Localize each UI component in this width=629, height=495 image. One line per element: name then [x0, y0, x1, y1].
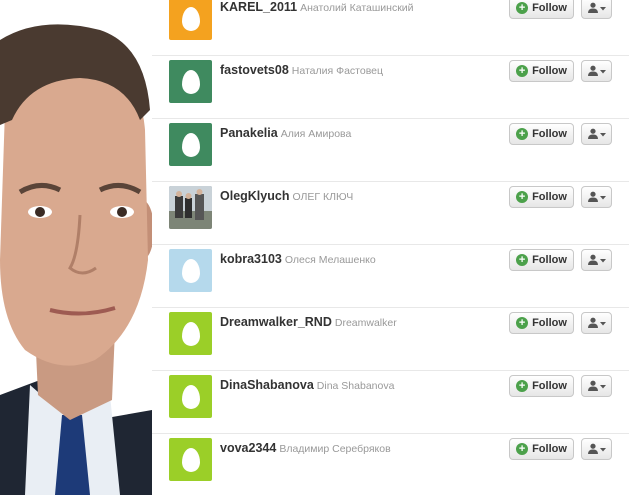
follow-button[interactable]: + Follow: [509, 186, 574, 208]
default-egg-avatar[interactable]: [169, 60, 212, 103]
follow-label: Follow: [532, 380, 567, 392]
user-dropdown-icon: [587, 65, 606, 76]
user-actions-dropdown-button[interactable]: [581, 123, 612, 145]
screen-name-link[interactable]: Panakelia: [220, 126, 278, 140]
user-names: Panakelia Алия Амирова: [220, 124, 351, 142]
user-names: vova2344 Владимир Серебряков: [220, 439, 391, 457]
user-actions-dropdown-button[interactable]: [581, 312, 612, 334]
user-actions-dropdown-button[interactable]: [581, 186, 612, 208]
screen-name-link[interactable]: kobra3103: [220, 252, 282, 266]
full-name: Dina Shabanova: [316, 380, 395, 392]
user-row: fastovets08 Наталия Фастовец + Follow: [152, 55, 629, 119]
egg-icon: [181, 321, 200, 346]
full-name: Олеся Мелашенко: [284, 254, 376, 266]
photo-icon: [169, 186, 212, 229]
user-actions-dropdown-button[interactable]: [581, 375, 612, 397]
user-row: KAREL_2011 Анатолий Каташинский + Follow: [152, 0, 629, 56]
follow-button[interactable]: + Follow: [509, 438, 574, 460]
default-egg-avatar[interactable]: [169, 312, 212, 355]
plus-circle-icon: +: [516, 380, 529, 392]
user-dropdown-icon: [587, 191, 606, 202]
screen-name-link[interactable]: OlegKlyuch: [220, 189, 289, 203]
user-dropdown-icon: [587, 380, 606, 391]
user-actions-dropdown-button[interactable]: [581, 249, 612, 271]
user-names: Dreamwalker_RND Dreamwalker: [220, 313, 397, 331]
follow-label: Follow: [532, 443, 567, 455]
user-names: fastovets08 Наталия Фастовец: [220, 61, 383, 79]
follow-label: Follow: [532, 65, 567, 77]
follow-button[interactable]: + Follow: [509, 249, 574, 271]
follow-button[interactable]: + Follow: [509, 0, 574, 19]
follow-label: Follow: [532, 254, 567, 266]
egg-icon: [181, 384, 200, 409]
default-egg-avatar[interactable]: [169, 438, 212, 481]
user-row: OlegKlyuch ОЛЕГ КЛЮЧ + Follow: [152, 181, 629, 245]
full-name: Владимир Серебряков: [279, 443, 391, 455]
follow-label: Follow: [532, 128, 567, 140]
who-to-follow-list: KAREL_2011 Анатолий Каташинский + Follow fas…: [152, 0, 629, 495]
egg-icon: [181, 69, 200, 94]
follow-label: Follow: [532, 191, 567, 203]
portrait-photo: [0, 0, 152, 495]
plus-circle-icon: +: [516, 2, 529, 14]
user-row: Panakelia Алия Амирова + Follow: [152, 118, 629, 182]
plus-circle-icon: +: [516, 254, 529, 266]
full-name: ОЛЕГ КЛЮЧ: [292, 191, 354, 203]
page: KAREL_2011 Анатолий Каташинский + Follow fas…: [0, 0, 629, 495]
follow-button[interactable]: + Follow: [509, 123, 574, 145]
default-egg-avatar[interactable]: [169, 123, 212, 166]
user-names: kobra3103 Олеся Мелашенко: [220, 250, 376, 268]
screen-name-link[interactable]: fastovets08: [220, 63, 289, 77]
egg-icon: [181, 258, 200, 283]
plus-circle-icon: +: [516, 128, 529, 140]
user-names: DinaShabanova Dina Shabanova: [220, 376, 394, 394]
follow-button[interactable]: + Follow: [509, 60, 574, 82]
user-names: OlegKlyuch ОЛЕГ КЛЮЧ: [220, 187, 353, 205]
egg-icon: [181, 447, 200, 472]
user-actions-dropdown-button[interactable]: [581, 438, 612, 460]
user-photo-avatar[interactable]: [169, 186, 212, 229]
user-row: DinaShabanova Dina Shabanova + Follow: [152, 370, 629, 434]
full-name: Алия Амирова: [280, 128, 352, 140]
screen-name-link[interactable]: vova2344: [220, 441, 276, 455]
user-actions-dropdown-button[interactable]: [581, 0, 612, 19]
user-dropdown-icon: [587, 443, 606, 454]
plus-circle-icon: +: [516, 191, 529, 203]
default-egg-avatar[interactable]: [169, 0, 212, 40]
user-dropdown-icon: [587, 128, 606, 139]
screen-name-link[interactable]: KAREL_2011: [220, 0, 297, 14]
egg-icon: [181, 132, 200, 157]
default-egg-avatar[interactable]: [169, 249, 212, 292]
plus-circle-icon: +: [516, 443, 529, 455]
full-name: Анатолий Каташинский: [300, 2, 414, 14]
follow-label: Follow: [532, 2, 567, 14]
plus-circle-icon: +: [516, 65, 529, 77]
user-row: kobra3103 Олеся Мелашенко + Follow: [152, 244, 629, 308]
follow-button[interactable]: + Follow: [509, 375, 574, 397]
user-names: KAREL_2011 Анатолий Каташинский: [220, 0, 414, 16]
follow-label: Follow: [532, 317, 567, 329]
screen-name-link[interactable]: DinaShabanova: [220, 378, 314, 392]
full-name: Dreamwalker: [334, 317, 397, 329]
default-egg-avatar[interactable]: [169, 375, 212, 418]
follow-button[interactable]: + Follow: [509, 312, 574, 334]
egg-icon: [181, 6, 200, 31]
user-row: Dreamwalker_RND Dreamwalker + Follow: [152, 307, 629, 371]
user-dropdown-icon: [587, 254, 606, 265]
full-name: Наталия Фастовец: [291, 65, 384, 77]
user-dropdown-icon: [587, 317, 606, 328]
user-actions-dropdown-button[interactable]: [581, 60, 612, 82]
user-dropdown-icon: [587, 2, 606, 13]
plus-circle-icon: +: [516, 317, 529, 329]
user-row: vova2344 Владимир Серебряков + Follow: [152, 433, 629, 495]
screen-name-link[interactable]: Dreamwalker_RND: [220, 315, 332, 329]
